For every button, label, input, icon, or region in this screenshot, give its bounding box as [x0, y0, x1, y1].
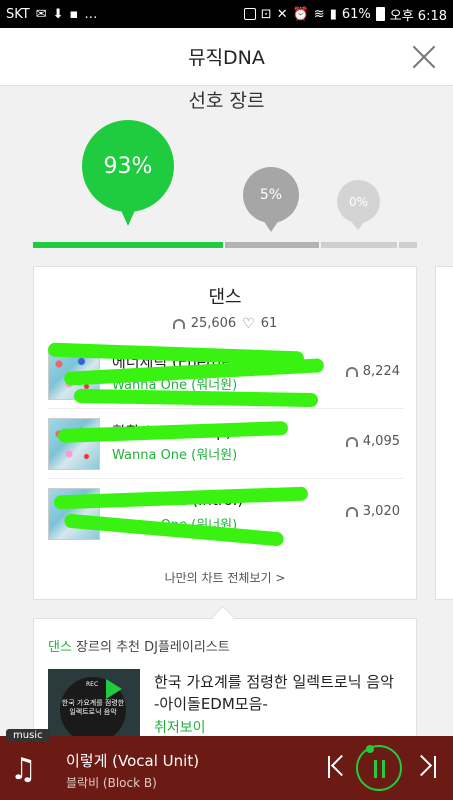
section-title: 선호 장르 — [188, 90, 265, 112]
playlist-curator[interactable]: 취저보이 — [154, 717, 206, 737]
music-note-icon[interactable]: ♫ — [10, 750, 50, 790]
alarm-icon: ⏰ — [292, 6, 309, 22]
more-icon: … — [84, 6, 98, 22]
clock: 오후 6:18 — [389, 8, 447, 24]
cover-text: 한국 가요계를 점령한 일렉트로닉 음악 — [61, 699, 125, 717]
battery-percent: 61% — [341, 6, 371, 22]
play-icon — [106, 679, 122, 699]
genre-play-count: 25,606 — [190, 316, 237, 331]
signal-icon: ▮ — [329, 6, 337, 22]
playlist-genre: 댄스 — [48, 640, 72, 655]
notification-icon: ✉ — [35, 6, 47, 22]
track-play-count: 3,020 — [345, 504, 400, 519]
carrier-label: SKT — [6, 6, 30, 22]
heart-icon: ♡ — [242, 315, 255, 332]
genre-card-title: 댄스 — [208, 287, 242, 308]
genre-like-count: 61 — [260, 316, 278, 331]
genre-card: 댄스 25,606 ♡ 61 에너제틱 (Energetic) Wanna On… — [33, 266, 417, 600]
now-playing-title[interactable]: 이렇게 (Vocal Unit) — [66, 750, 199, 771]
track-play-count-value: 4,095 — [362, 434, 400, 449]
playlist-card: 댄스 장르의 추천 DJ플레이리스트 한국 가요계를 점령한 일렉트로닉 음악 … — [33, 618, 417, 749]
genre-bubble-primary[interactable]: 93% — [82, 120, 174, 226]
headphones-icon — [345, 366, 358, 377]
download-icon: ⬇ — [52, 6, 64, 22]
headphones-icon — [172, 318, 185, 329]
genre-summary: 선호 장르 93% 5% 0% — [0, 86, 453, 254]
cover-label: REC — [86, 681, 99, 688]
bubble-percent: 0% — [348, 194, 369, 209]
headphones-icon — [345, 506, 358, 517]
pause-button[interactable] — [356, 745, 402, 791]
music-tag: music — [6, 729, 50, 742]
wifi-icon: ≋ — [313, 6, 325, 22]
track-play-count-value: 3,020 — [362, 504, 400, 519]
genre-progress-primary — [33, 242, 223, 248]
playlist-title[interactable]: 한국 가요계를 점령한 일렉트로닉 음악 -아이돌EDM모음- — [154, 671, 394, 715]
next-button[interactable] — [416, 754, 436, 780]
genre-progress-tertiary — [321, 242, 397, 248]
message-icon: ▪ — [69, 6, 79, 22]
sync-icon — [243, 8, 256, 20]
app-header: 뮤직DNA — [0, 28, 453, 86]
track-play-count: 8,224 — [345, 364, 400, 379]
cast-icon: ⊡ — [260, 6, 272, 22]
playlist-header: 댄스 장르의 추천 DJ플레이리스트 — [48, 636, 230, 655]
close-button[interactable] — [411, 44, 437, 70]
genre-bubble-tertiary[interactable]: 0% — [337, 180, 380, 230]
playlist-header-text: 장르의 추천 DJ플레이리스트 — [71, 640, 230, 655]
bubble-percent: 5% — [259, 187, 283, 203]
genre-card-stats: 25,606 ♡ 61 — [34, 316, 416, 331]
track-play-count: 4,095 — [345, 434, 400, 449]
bubble-percent: 93% — [103, 153, 153, 179]
next-genre-card-peek[interactable] — [435, 266, 453, 600]
previous-button[interactable] — [328, 754, 348, 780]
album-art — [48, 418, 100, 470]
genre-progress-secondary — [225, 242, 319, 248]
now-playing-artist[interactable]: 블락비 (Block B) — [66, 774, 157, 791]
headphones-icon — [345, 436, 358, 447]
mute-icon: ✕ — [276, 6, 288, 22]
genre-progress-other — [399, 242, 417, 248]
status-bar: SKT ✉ ⬇ ▪ … ⊡ ✕ ⏰ ≋ ▮ 61% 오후 6:18 — [0, 0, 453, 28]
progress-indicator — [366, 745, 374, 753]
genre-bubble-secondary[interactable]: 5% — [243, 167, 299, 232]
track-artist: Wanna One (워너원) — [112, 448, 238, 463]
track-play-count-value: 8,224 — [362, 364, 400, 379]
my-chart-link[interactable]: 나만의 차트 전체보기 > — [34, 569, 416, 586]
page-title: 뮤직DNA — [188, 47, 265, 69]
track-row[interactable]: 활활 (Burn It Up) Wanna One (워너원) 4,095 — [48, 409, 404, 479]
battery-icon — [375, 7, 385, 21]
mini-player[interactable]: music ♫ 이렇게 (Vocal Unit) 블락비 (Block B) — [0, 729, 453, 800]
